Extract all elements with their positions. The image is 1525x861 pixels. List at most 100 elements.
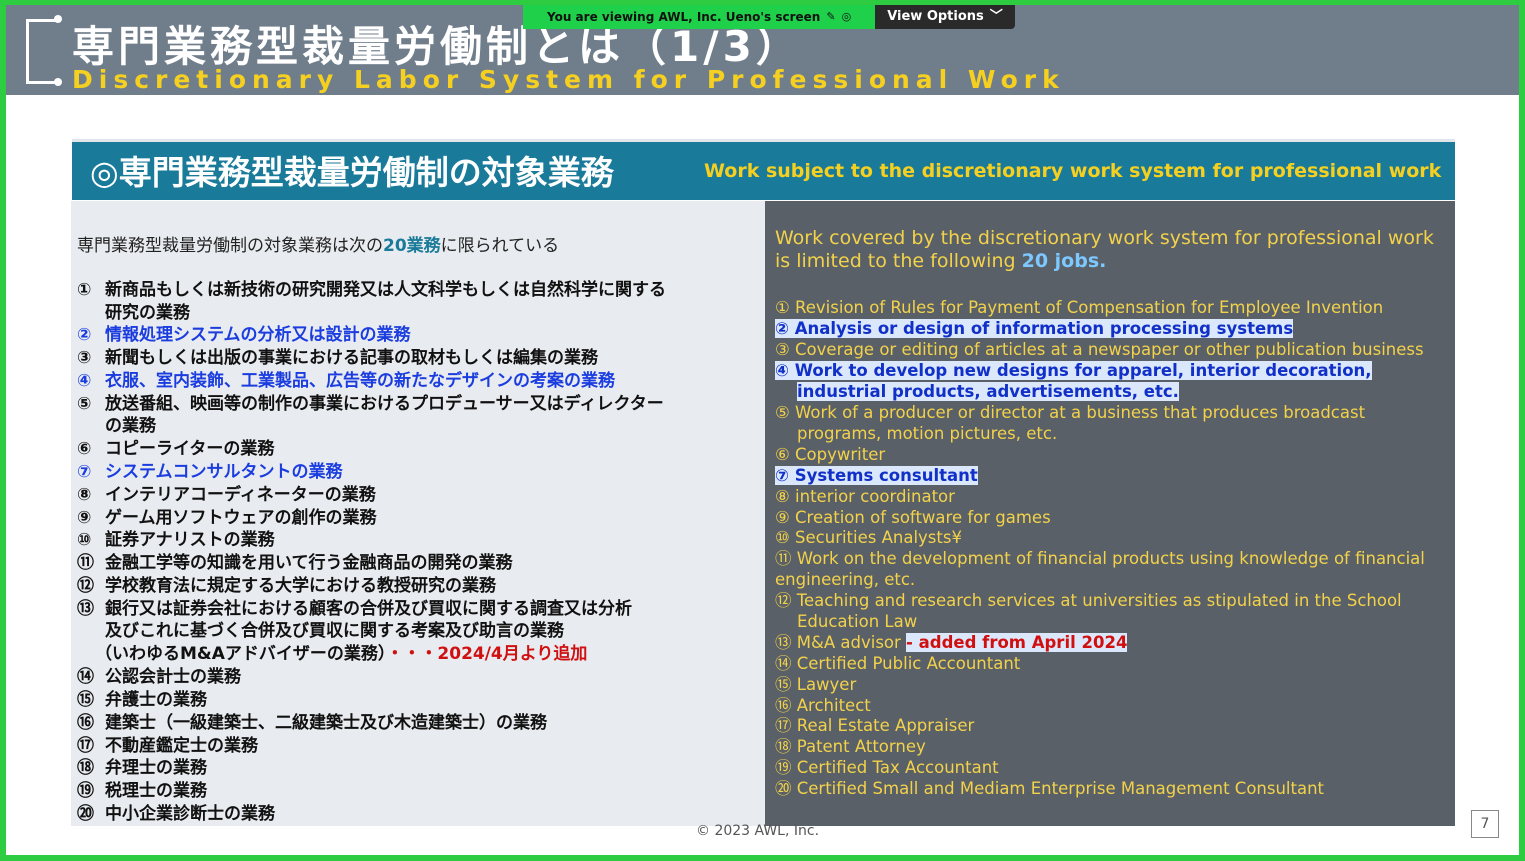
- job-text: ⑭ Certified Public Accountant: [775, 654, 1021, 673]
- right-job-item: ⑤ Work of a producer or director at a bu…: [775, 402, 1365, 423]
- right-job-item: ⑬ M&A advisor - added from April 2024: [775, 632, 1128, 653]
- right-job-item: ⑯ Architect: [775, 695, 871, 716]
- job-text: ⑳ Certified Small and Mediam Enterprise …: [775, 779, 1325, 798]
- job-number: ④: [77, 371, 92, 391]
- job-number: ⑱: [77, 758, 94, 778]
- left-job-item: ④ 衣服、室内装飾、工業製品、広告等の新たなデザインの考案の業務: [77, 366, 615, 391]
- left-job-item: ⑭ 公認会計士の業務: [77, 662, 241, 687]
- job-number: ⑭: [77, 667, 94, 687]
- right-job-item: ④ Work to develop new designs for appare…: [775, 360, 1372, 381]
- job-text: ⑫ Teaching and research services at univ…: [775, 591, 1402, 610]
- bracket-dot-icon: [54, 15, 62, 23]
- left-job-item: 及びこれに基づく合併及び買収に関する考案及び助言の業務: [77, 616, 564, 641]
- job-text: ⑤ Work of a producer or director at a bu…: [775, 403, 1366, 422]
- right-job-item: ⑦ Systems consultant: [775, 465, 978, 486]
- right-intro-count: 20 jobs.: [1021, 250, 1107, 272]
- section-banner: ◎専門業務型裁量労働制の対象業務 Work subject to the dis…: [72, 139, 1455, 200]
- job-text: 中小企業診断士の業務: [105, 804, 275, 824]
- job-text: ⑲ Certified Tax Accountant: [775, 758, 999, 777]
- job-text: ⑮ Lawyer: [775, 675, 857, 694]
- job-number: ⑧: [77, 485, 92, 505]
- left-job-item: ⑮ 弁護士の業務: [77, 685, 207, 710]
- job-text: 金融工学等の知識を用いて行う金融商品の開発の業務: [105, 553, 513, 573]
- view-options-label: View Options: [887, 9, 984, 24]
- job-text: ⑬ M&A advisor: [775, 633, 907, 652]
- job-text: インテリアコーディネーターの業務: [105, 485, 376, 505]
- left-job-item: ① 新商品もしくは新技術の研究開発又は人文科学もしくは自然科学に関する: [77, 275, 666, 300]
- job-text: 情報処理システムの分析又は設計の業務: [105, 325, 411, 345]
- banner-title-en: Work subject to the discretionary work s…: [704, 160, 1442, 182]
- right-job-item: ⑳ Certified Small and Mediam Enterprise …: [775, 778, 1324, 799]
- bracket-dot-icon: [54, 78, 62, 86]
- left-job-item: ⑫ 学校教育法に規定する大学における教授研究の業務: [77, 571, 496, 596]
- viewing-text: You are viewing AWL, Inc. Ueno's screen: [547, 10, 821, 24]
- job-text: ⑰ Real Estate Appraiser: [775, 716, 975, 735]
- right-job-item: ⑩ Securities Analysts¥: [775, 527, 962, 548]
- left-job-item: ⑯ 建築士（一級建築士、二級建築士及び木造建築士）の業務: [77, 708, 547, 733]
- left-job-item: ② 情報処理システムの分析又は設計の業務: [77, 320, 411, 345]
- job-number: ①: [77, 280, 92, 300]
- job-number: ⑲: [77, 781, 94, 801]
- left-job-item: ⑱ 弁理士の業務: [77, 753, 207, 778]
- left-job-item: ⑥ コピーライターの業務: [77, 434, 274, 459]
- view-options-button[interactable]: View Options ﹀: [875, 5, 1015, 29]
- added-note: - added from April 2024: [906, 633, 1128, 652]
- left-intro-tail: に限られている: [440, 236, 560, 256]
- header-bracket-side: [26, 19, 29, 83]
- left-job-item: （いわゆるM&Aアドバイザーの業務）・・・2024/4月より追加: [95, 639, 587, 664]
- job-text: ① Revision of Rules for Payment of Compe…: [775, 298, 1384, 317]
- right-job-item: ⑰ Real Estate Appraiser: [775, 715, 974, 736]
- job-number: ⑩: [77, 530, 92, 550]
- job-number: ⑫: [77, 576, 94, 596]
- right-job-item: ⑱ Patent Attorney: [775, 736, 926, 757]
- job-text: 税理士の業務: [105, 781, 207, 801]
- left-job-item: ⑦ システムコンサルタントの業務: [77, 457, 343, 482]
- header-bracket-bottom: [26, 81, 56, 84]
- left-panel-jp: 専門業務型裁量労働制の対象業務は次の20業務に限られている ① 新商品もしくは新技…: [71, 201, 765, 826]
- left-job-item: ⑩ 証券アナリストの業務: [77, 525, 275, 550]
- job-text: コピーライターの業務: [105, 439, 275, 459]
- right-job-item: engineering, etc.: [775, 569, 915, 590]
- job-text: ⑨ Creation of software for games: [775, 508, 1051, 527]
- right-job-item: ③ Coverage or editing of articles at a n…: [775, 339, 1424, 360]
- shared-screen-frame: 専門業務型裁量労働制とは（1/3） Discretionary Labor Sy…: [0, 0, 1525, 861]
- job-text: の業務: [105, 416, 156, 436]
- job-text: システムコンサルタントの業務: [105, 462, 343, 482]
- left-job-item: ⑤ 放送番組、映画等の制作の事業におけるプロデューサー又はディレクター: [77, 389, 664, 414]
- job-text: 新聞もしくは出版の事業における記事の取材もしくは編集の業務: [105, 348, 598, 368]
- right-job-item: ① Revision of Rules for Payment of Compe…: [775, 297, 1383, 318]
- left-job-item: ③ 新聞もしくは出版の事業における記事の取材もしくは編集の業務: [77, 343, 598, 368]
- right-intro: Work covered by the discretionary work s…: [775, 227, 1445, 273]
- job-text: ⑱ Patent Attorney: [775, 737, 926, 756]
- job-text: ② Analysis or design of information proc…: [775, 319, 1294, 338]
- right-job-item: ⑭ Certified Public Accountant: [775, 653, 1020, 674]
- job-text: industrial products, advertisements, etc…: [797, 382, 1179, 401]
- right-job-item: ⑨ Creation of software for games: [775, 507, 1051, 528]
- right-job-item: ⑪ Work on the development of financial p…: [775, 548, 1425, 569]
- right-panel-en: Work covered by the discretionary work s…: [765, 201, 1455, 826]
- job-number: ⑥: [77, 439, 92, 459]
- job-text: （いわゆるM&Aアドバイザーの業務）: [95, 644, 387, 664]
- job-text: 証券アナリストの業務: [105, 530, 275, 550]
- job-text: ⑦ Systems consultant: [775, 466, 978, 485]
- right-job-item: industrial products, advertisements, etc…: [797, 381, 1179, 402]
- job-text: 弁護士の業務: [105, 690, 207, 710]
- job-number: ⑳: [77, 804, 94, 824]
- job-text: 衣服、室内装飾、工業製品、広告等の新たなデザインの考案の業務: [105, 371, 615, 391]
- right-job-item: ⑥ Copywriter: [775, 444, 885, 465]
- job-text: 弁理士の業務: [105, 758, 207, 778]
- chevron-down-icon: ﹀: [989, 9, 1003, 24]
- stop-share-icon[interactable]: ◎: [842, 5, 852, 29]
- left-job-item: ⑳ 中小企業診断士の業務: [77, 799, 275, 824]
- job-text: ⑥ Copywriter: [775, 445, 886, 464]
- job-text: Education Law: [797, 612, 918, 631]
- job-text: programs, motion pictures, etc.: [797, 424, 1058, 443]
- screen-share-bar: You are viewing AWL, Inc. Ueno's screen …: [523, 5, 1015, 29]
- job-text: ⑧ interior coordinator: [775, 487, 955, 506]
- job-text: 及びこれに基づく合併及び買収に関する考案及び助言の業務: [105, 621, 564, 641]
- job-text: ⑩ Securities Analysts¥: [775, 528, 962, 547]
- header-bracket: [26, 19, 56, 22]
- left-job-item: ⑪ 金融工学等の知識を用いて行う金融商品の開発の業務: [77, 548, 513, 573]
- pen-icon[interactable]: ✎: [826, 5, 835, 29]
- job-text: ④ Work to develop new designs for appare…: [775, 361, 1372, 380]
